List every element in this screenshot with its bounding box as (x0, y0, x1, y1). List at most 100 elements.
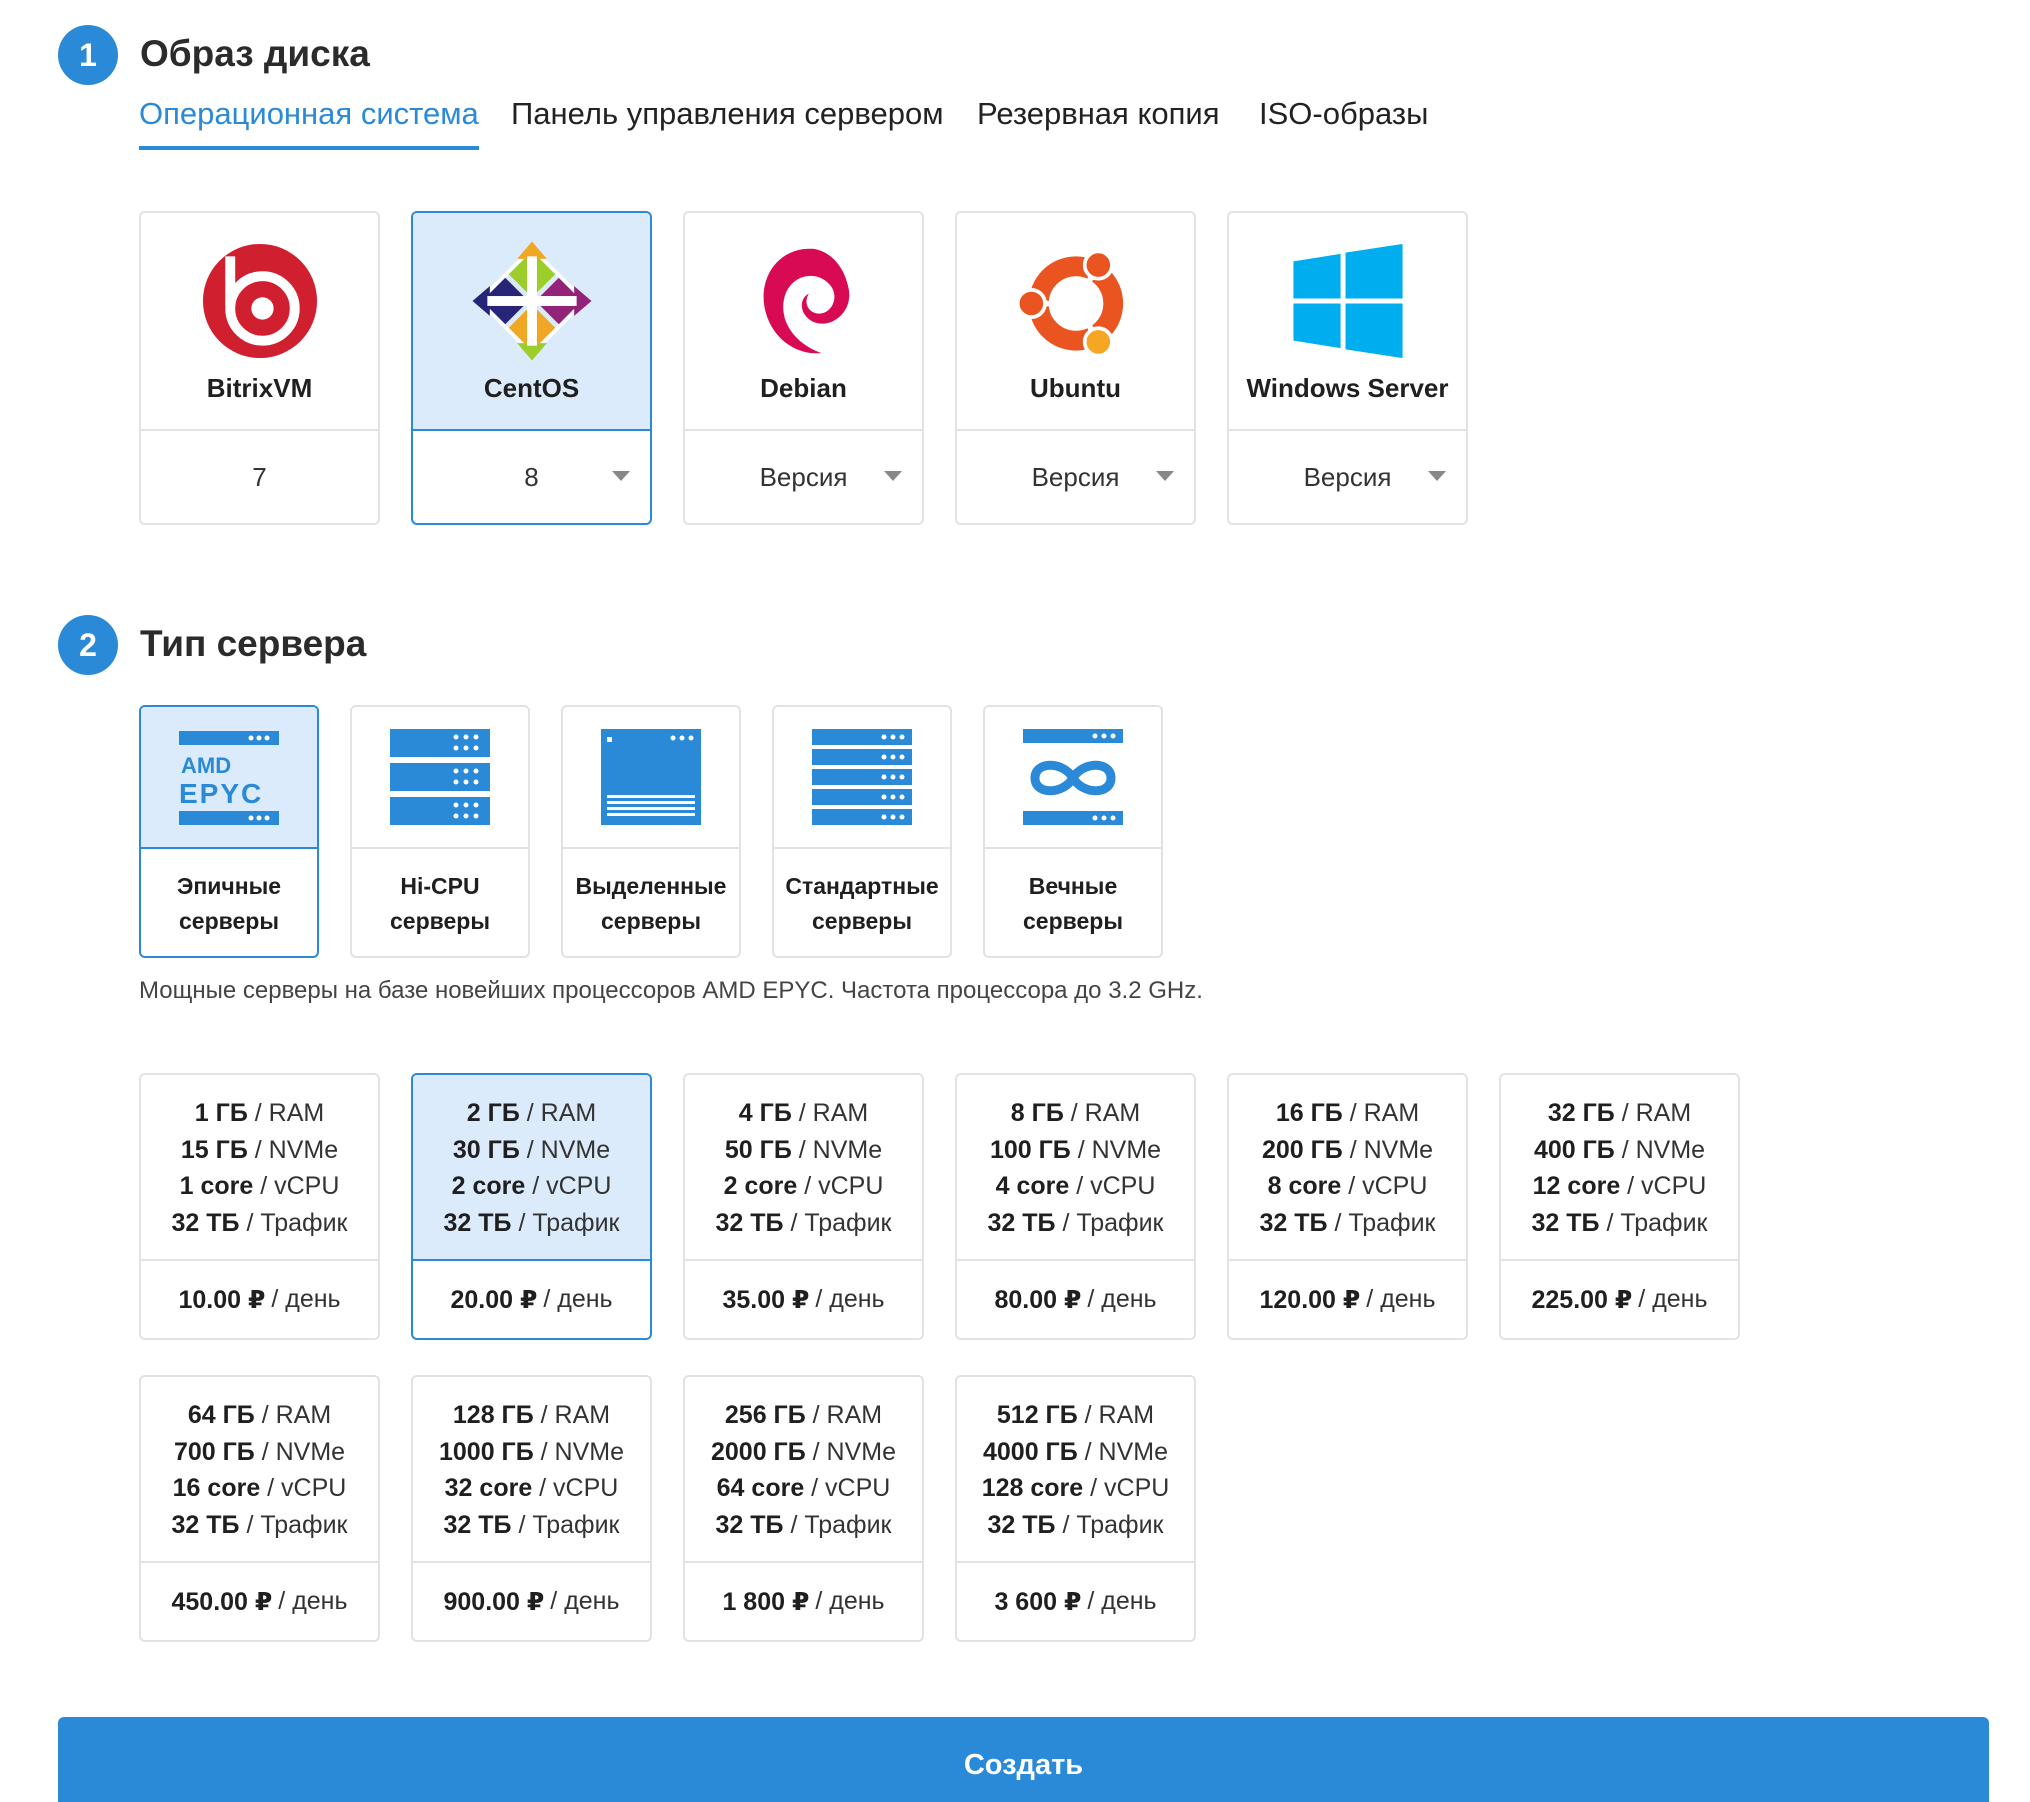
server-type-hi-cpu[interactable]: Hi-CPU серверы (350, 705, 530, 958)
plan-spec-value: 32 ТБ (1531, 1208, 1600, 1237)
infinity-server-icon (1023, 729, 1123, 825)
plan-spec-value: 32 ТБ (171, 1208, 240, 1237)
os-version-select[interactable]: Версия (685, 431, 922, 523)
plan-spec-unit: / NVMe (254, 1437, 346, 1466)
plan-spec-traffic: 32 ТБ / Трафик (685, 1205, 922, 1242)
create-button[interactable]: Создать (58, 1717, 1989, 1802)
os-version-value: 7 (252, 461, 267, 492)
tab-iso-images[interactable]: ISO-образы (1259, 96, 1428, 146)
plan-card[interactable]: 64 ГБ / RAM 700 ГБ / NVMe 16 core / vCPU 32… (139, 1375, 380, 1642)
plan-spec-unit: / NVMe (1614, 1135, 1706, 1164)
server-type-dedicated[interactable]: Выделенные серверы (561, 705, 741, 958)
plan-spec-disk: 4000 ГБ / NVMe (957, 1434, 1194, 1471)
plan-card[interactable]: 1 ГБ / RAM 15 ГБ / NVMe 1 core / vCPU 32 ТБ… (139, 1073, 380, 1340)
plan-spec-value: 32 ТБ (1259, 1208, 1328, 1237)
plan-price: 10.00 ₽ / день (141, 1261, 378, 1338)
plan-spec-unit: / RAM (1077, 1401, 1155, 1429)
plan-spec-unit: / Трафик (1055, 1208, 1164, 1237)
os-version-value: Версия (1303, 461, 1392, 492)
os-version-select[interactable]: 8 (413, 431, 650, 523)
plan-spec-unit: / vCPU (1083, 1474, 1170, 1502)
plan-card[interactable]: 2 ГБ / RAM 30 ГБ / NVMe 2 core / vCPU 32 ТБ… (411, 1073, 652, 1340)
plan-spec-disk: 700 ГБ / NVMe (141, 1434, 378, 1471)
plan-price-value: 900.00 ₽ (443, 1587, 545, 1616)
epyc-logo-text: EPYC (179, 778, 263, 809)
server-type-eternal[interactable]: Вечные серверы (983, 705, 1163, 958)
server-type-label-1: Эпичные (176, 873, 282, 899)
plan-spec-cpu: 16 core / vCPU (141, 1470, 378, 1507)
plan-spec-value: 4000 ГБ (983, 1437, 1078, 1466)
plan-spec-value: 64 ГБ (187, 1401, 255, 1429)
plan-price-period: / день (278, 1587, 348, 1615)
plan-price: 900.00 ₽ / день (413, 1563, 650, 1640)
plan-card[interactable]: 256 ГБ / RAM 2000 ГБ / NVMe 64 core / vCPU… (683, 1375, 924, 1642)
server-type-standard[interactable]: Стандартные серверы (772, 705, 952, 958)
plan-price-period: / день (543, 1285, 613, 1313)
plan-card[interactable]: 8 ГБ / RAM 100 ГБ / NVMe 4 core / vCPU 32 Т… (955, 1073, 1196, 1340)
centos-logo-icon (471, 241, 592, 361)
plan-spec-unit: / RAM (533, 1401, 611, 1429)
os-version-select[interactable]: Версия (1229, 431, 1466, 523)
os-card-bitrixvm[interactable]: BitrixVM 7 (139, 211, 380, 525)
plan-spec-ram: 256 ГБ / RAM (685, 1397, 922, 1434)
plan-spec-ram: 4 ГБ / RAM (685, 1095, 922, 1132)
plan-spec-cpu: 2 core / vCPU (685, 1168, 922, 1205)
plan-spec-cpu: 32 core / vCPU (413, 1470, 650, 1507)
plan-spec-unit: / NVMe (1070, 1135, 1162, 1164)
plan-card[interactable]: 4 ГБ / RAM 50 ГБ / NVMe 2 core / vCPU 32 ТБ… (683, 1073, 924, 1340)
plan-spec-ram: 128 ГБ / RAM (413, 1397, 650, 1434)
plan-spec-value: 4 core (995, 1172, 1070, 1200)
plan-spec-value: 15 ГБ (180, 1135, 248, 1164)
plan-spec-unit: / vCPU (1069, 1172, 1156, 1200)
ubuntu-logo-icon (1015, 249, 1126, 358)
os-name: Windows Server (1246, 373, 1449, 403)
plan-spec-unit: / RAM (254, 1401, 332, 1429)
tab-backup[interactable]: Резервная копия (977, 96, 1220, 146)
tab-control-panel[interactable]: Панель управления сервером (511, 96, 944, 146)
plan-spec-unit: / Трафик (783, 1208, 892, 1237)
os-card-debian[interactable]: Debian Версия (683, 211, 924, 525)
plan-specs: 8 ГБ / RAM 100 ГБ / NVMe 4 core / vCPU 32 Т… (957, 1075, 1194, 1261)
os-version-value: Версия (1031, 461, 1120, 492)
plan-price-value: 120.00 ₽ (1259, 1285, 1361, 1314)
plan-card[interactable]: 128 ГБ / RAM 1000 ГБ / NVMe 32 core / vCPU… (411, 1375, 652, 1642)
os-version-select[interactable]: Версия (957, 431, 1194, 523)
plan-spec-unit: / RAM (791, 1099, 869, 1127)
plan-spec-unit: / vCPU (1620, 1172, 1707, 1200)
os-card-ubuntu[interactable]: Ubuntu Версия (955, 211, 1196, 525)
plan-spec-unit: / vCPU (1341, 1172, 1428, 1200)
plan-spec-unit: / NVMe (1342, 1135, 1434, 1164)
plan-specs: 16 ГБ / RAM 200 ГБ / NVMe 8 core / vCPU 32 … (1229, 1075, 1466, 1261)
plan-price-value: 10.00 ₽ (178, 1285, 266, 1314)
plan-price-period: / день (1366, 1285, 1436, 1313)
plan-price-period: / день (1638, 1285, 1708, 1313)
plan-spec-unit: / Трафик (1327, 1208, 1436, 1237)
plan-spec-value: 30 ГБ (452, 1135, 520, 1164)
plan-spec-disk: 100 ГБ / NVMe (957, 1132, 1194, 1169)
plan-spec-value: 50 ГБ (724, 1135, 792, 1164)
plan-spec-value: 32 ГБ (1547, 1099, 1615, 1127)
os-card-centos[interactable]: CentOS 8 (411, 211, 652, 525)
plan-spec-disk: 1000 ГБ / NVMe (413, 1434, 650, 1471)
server-type-epic[interactable]: AMD EPYC Эпичные серверы (139, 705, 319, 958)
chevron-down-icon (884, 471, 902, 481)
tab-operating-system[interactable]: Операционная система (139, 96, 479, 150)
plan-spec-traffic: 32 ТБ / Трафик (1501, 1205, 1738, 1242)
plan-spec-value: 1000 ГБ (439, 1437, 534, 1466)
plan-card[interactable]: 16 ГБ / RAM 200 ГБ / NVMe 8 core / vCPU 32 … (1227, 1073, 1468, 1340)
plan-specs: 512 ГБ / RAM 4000 ГБ / NVMe 128 core / vCP… (957, 1377, 1194, 1563)
os-version-select[interactable]: 7 (141, 431, 378, 523)
plan-specs: 256 ГБ / RAM 2000 ГБ / NVMe 64 core / vCPU… (685, 1377, 922, 1563)
plan-spec-value: 1 core (179, 1172, 254, 1200)
plan-spec-unit: / Трафик (511, 1510, 620, 1539)
plan-spec-unit: / vCPU (260, 1474, 347, 1502)
plan-spec-traffic: 32 ТБ / Трафик (957, 1205, 1194, 1242)
plan-price-period: / день (271, 1285, 341, 1313)
chevron-down-icon (1156, 471, 1174, 481)
os-card-windows-server[interactable]: Windows Server Версия (1227, 211, 1468, 525)
plan-card[interactable]: 512 ГБ / RAM 4000 ГБ / NVMe 128 core / vCP… (955, 1375, 1196, 1642)
plan-card[interactable]: 32 ГБ / RAM 400 ГБ / NVMe 12 core / vCPU 32… (1499, 1073, 1740, 1340)
server-type-label-2: серверы (179, 908, 279, 934)
plan-price-value: 225.00 ₽ (1531, 1285, 1633, 1314)
plan-price: 225.00 ₽ / день (1501, 1261, 1738, 1338)
